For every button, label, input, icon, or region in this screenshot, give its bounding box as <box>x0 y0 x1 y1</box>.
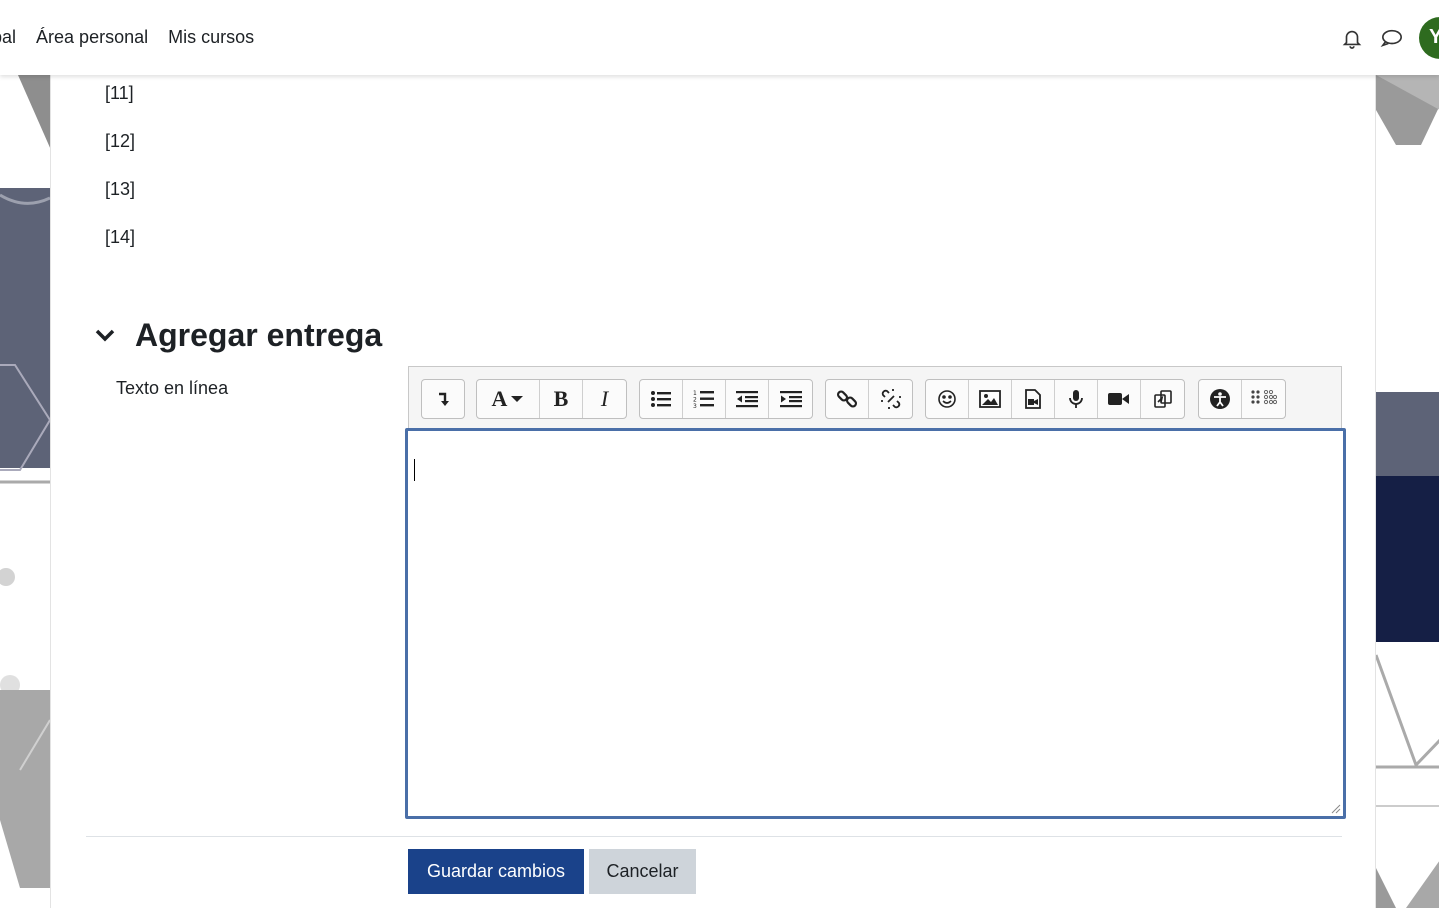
nav-link-my-courses[interactable]: Mis cursos <box>168 27 254 48</box>
top-navbar: pal Área personal Mis cursos Y <box>0 0 1439 75</box>
list-item: [11] <box>105 83 134 103</box>
cancel-button[interactable]: Cancelar <box>589 849 696 894</box>
indent-icon[interactable] <box>769 380 812 418</box>
expand-toolbar-icon[interactable] <box>422 380 464 418</box>
left-background-decoration <box>0 0 51 908</box>
resize-grip-icon[interactable] <box>1331 804 1341 814</box>
form-divider <box>86 836 1342 837</box>
right-background-decoration <box>1375 0 1439 908</box>
manage-files-icon[interactable] <box>1141 380 1184 418</box>
toolbar-group-accessibility <box>1198 379 1286 419</box>
bell-icon[interactable] <box>1339 25 1365 51</box>
image-icon[interactable] <box>969 380 1012 418</box>
chat-bubble-icon[interactable] <box>1379 25 1405 51</box>
text-caret <box>414 459 415 481</box>
toolbar-group-links <box>825 379 913 419</box>
editor-toolbar: A B I 123 <box>408 366 1342 428</box>
italic-icon[interactable]: I <box>583 380 626 418</box>
list-item: [13] <box>105 179 136 199</box>
online-text-label: Texto en línea <box>116 378 229 398</box>
nav-link-home[interactable]: pal <box>0 27 16 48</box>
svg-text:3: 3 <box>693 403 697 409</box>
unordered-list-icon[interactable] <box>640 380 683 418</box>
nav-link-personal-area[interactable]: Área personal <box>36 27 148 48</box>
nav-icons: Y <box>1339 0 1439 75</box>
section-title: Agregar entrega <box>135 316 383 353</box>
screenreader-helper-icon[interactable] <box>1242 380 1285 418</box>
emoji-icon[interactable] <box>926 380 969 418</box>
unlink-icon[interactable] <box>869 380 912 418</box>
toolbar-group-media <box>925 379 1185 419</box>
list-item: [14] <box>105 227 136 247</box>
font-style-icon[interactable]: A <box>477 380 540 418</box>
record-video-icon[interactable] <box>1098 380 1141 418</box>
list-item: [12] <box>105 131 136 151</box>
main-content: [11] [12] [13] [14] Agregar entrega Text… <box>51 75 1375 908</box>
toolbar-group-expand <box>421 379 465 419</box>
avatar-initial: Y <box>1429 26 1439 48</box>
media-icon[interactable] <box>1012 380 1055 418</box>
toolbar-group-lists: 123 <box>639 379 813 419</box>
section-header: Agregar entrega <box>95 315 382 355</box>
online-text-editor[interactable] <box>405 428 1346 819</box>
ordered-list-icon[interactable]: 123 <box>683 380 726 418</box>
toolbar-group-text: A B I <box>476 379 627 419</box>
bold-icon[interactable]: B <box>540 380 583 418</box>
user-avatar[interactable]: Y <box>1419 16 1439 59</box>
outdent-icon[interactable] <box>726 380 769 418</box>
accessibility-checker-icon[interactable] <box>1199 380 1242 418</box>
save-changes-button[interactable]: Guardar cambios <box>408 849 584 894</box>
link-icon[interactable] <box>826 380 869 418</box>
nav-links: pal Área personal Mis cursos <box>0 0 274 75</box>
chevron-down-icon[interactable] <box>95 324 117 346</box>
record-audio-icon[interactable] <box>1055 380 1098 418</box>
